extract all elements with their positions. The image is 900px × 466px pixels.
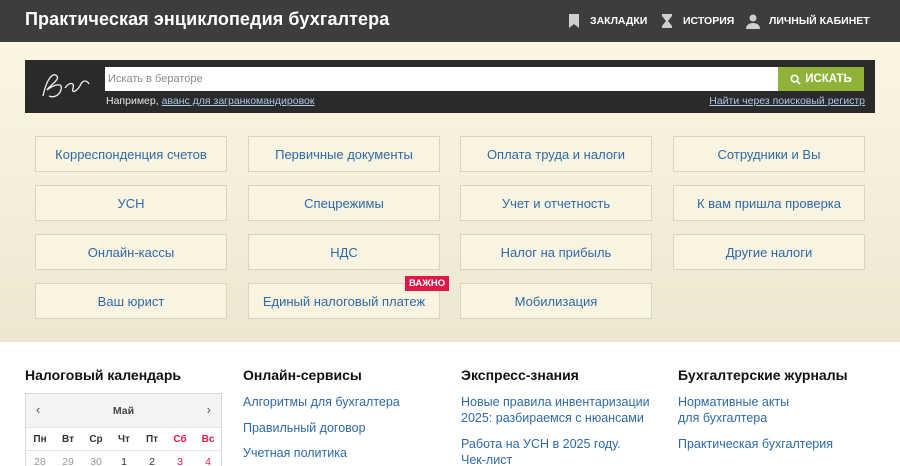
category-button[interactable]: Первичные документы xyxy=(248,136,440,172)
calendar-weekday: Вт xyxy=(62,434,74,445)
nav-history-label: ИСТОРИЯ xyxy=(683,15,735,27)
journals-link-line: Нормативные акты xyxy=(678,395,790,409)
category-button[interactable]: Оплата труда и налоги xyxy=(460,136,652,172)
top-bar: Практическая энциклопедия бухгалтера ЗАК… xyxy=(0,0,900,42)
search-registry-link[interactable]: Найти через поисковый регистр xyxy=(709,95,865,107)
category-button[interactable]: Спецрежимы xyxy=(248,185,440,221)
express-link-line: 2025: разбираемся с нюансами xyxy=(461,411,644,425)
calendar-next-icon[interactable]: › xyxy=(207,402,211,417)
bookmark-icon xyxy=(566,13,582,29)
calendar-title[interactable]: Налоговый календарь xyxy=(25,367,181,383)
calendar-weekday: Вс xyxy=(201,434,215,445)
journals-link[interactable]: Нормативные акты для бухгалтера xyxy=(678,394,789,426)
express-link-line: Чек-лист xyxy=(461,453,513,466)
calendar-divider xyxy=(26,427,221,428)
express-link-line: Новые правила инвентаризации xyxy=(461,395,650,409)
search-button[interactable]: ИСКАТЬ xyxy=(778,67,864,91)
journals-link[interactable]: Практическая бухгалтерия xyxy=(678,436,833,452)
hero-section: ИСКАТЬ Например, аванс для загранкоманди… xyxy=(0,42,900,342)
category-button[interactable]: НДС xyxy=(248,234,440,270)
journals-link-line: для бухгалтера xyxy=(678,411,768,425)
category-button[interactable]: Мобилизация xyxy=(460,283,652,319)
search-example-link[interactable]: аванс для загранкомандировок xyxy=(162,95,315,107)
search-icon xyxy=(790,73,801,85)
category-button[interactable]: Сотрудники и Вы xyxy=(673,136,865,172)
calendar-weekday: Пн xyxy=(33,434,47,445)
user-icon xyxy=(745,13,761,29)
services-link[interactable]: Учетная политика xyxy=(243,445,347,461)
important-badge: ВАЖНО xyxy=(405,276,450,291)
calendar-month: Май xyxy=(112,405,135,417)
services-title[interactable]: Онлайн-сервисы xyxy=(243,367,362,383)
calendar-divider xyxy=(26,450,221,451)
services-link[interactable]: Алгоритмы для бухгалтера xyxy=(243,394,400,410)
calendar-day[interactable]: 3 xyxy=(166,456,194,466)
nav-account[interactable]: ЛИЧНЫЙ КАБИНЕТ xyxy=(745,0,870,42)
journals-title[interactable]: Бухгалтерские журналы xyxy=(678,367,848,383)
express-link[interactable]: Новые правила инвентаризации 2025: разби… xyxy=(461,394,650,426)
category-button[interactable]: Корреспонденция счетов xyxy=(35,136,227,172)
express-link[interactable]: Работа на УСН в 2025 году. Чек-лист xyxy=(461,436,621,466)
journals-link-line: Практическая бухгалтерия xyxy=(678,437,834,451)
nav-bookmarks-label: ЗАКЛАДКИ xyxy=(590,15,648,27)
category-button[interactable]: Онлайн-кассы xyxy=(35,234,227,270)
nav-history[interactable]: ИСТОРИЯ xyxy=(659,0,734,42)
search-button-label: ИСКАТЬ xyxy=(805,73,852,85)
calendar-day[interactable]: 2 xyxy=(138,456,166,466)
services-link[interactable]: Правильный договор xyxy=(243,420,366,436)
category-button[interactable]: К вам пришла проверка xyxy=(673,185,865,221)
site-title[interactable]: Практическая энциклопедия бухгалтера xyxy=(25,9,389,30)
search-bar: ИСКАТЬ Например, аванс для загранкоманди… xyxy=(25,60,875,113)
calendar-day[interactable]: 1 xyxy=(110,456,138,466)
calendar-day[interactable]: 4 xyxy=(194,456,222,466)
category-button[interactable]: Налог на прибыль xyxy=(460,234,652,270)
express-title[interactable]: Экспресс-знания xyxy=(461,367,579,383)
calendar-weekday: Сб xyxy=(173,434,187,445)
calendar-weekday: Пт xyxy=(145,434,159,445)
berator-logo[interactable] xyxy=(35,66,95,106)
search-example: Например, аванс для загранкомандировок xyxy=(106,95,314,107)
nav-bookmarks[interactable]: ЗАКЛАДКИ xyxy=(566,0,647,42)
calendar-weekday: Чт xyxy=(118,434,130,445)
category-button[interactable]: УСН xyxy=(35,185,227,221)
calendar-day[interactable]: 29 xyxy=(54,456,82,466)
calendar-day[interactable]: 28 xyxy=(26,456,54,466)
category-button[interactable]: Другие налоги xyxy=(673,234,865,270)
tax-calendar: ‹ Май › Пн Вт Ср Чт Пт Сб Вс 28 29 30 1 … xyxy=(25,393,222,466)
hourglass-icon xyxy=(659,13,675,29)
search-input[interactable] xyxy=(105,67,779,91)
category-button[interactable]: Учет и отчетность xyxy=(460,185,652,221)
calendar-weekday: Ср xyxy=(89,434,103,445)
search-example-prefix: Например, xyxy=(106,95,159,107)
calendar-day[interactable]: 30 xyxy=(82,456,110,466)
category-button[interactable]: Ваш юрист xyxy=(35,283,227,319)
express-link-line: Работа на УСН в 2025 году. xyxy=(461,437,621,451)
nav-account-label: ЛИЧНЫЙ КАБИНЕТ xyxy=(769,15,870,27)
